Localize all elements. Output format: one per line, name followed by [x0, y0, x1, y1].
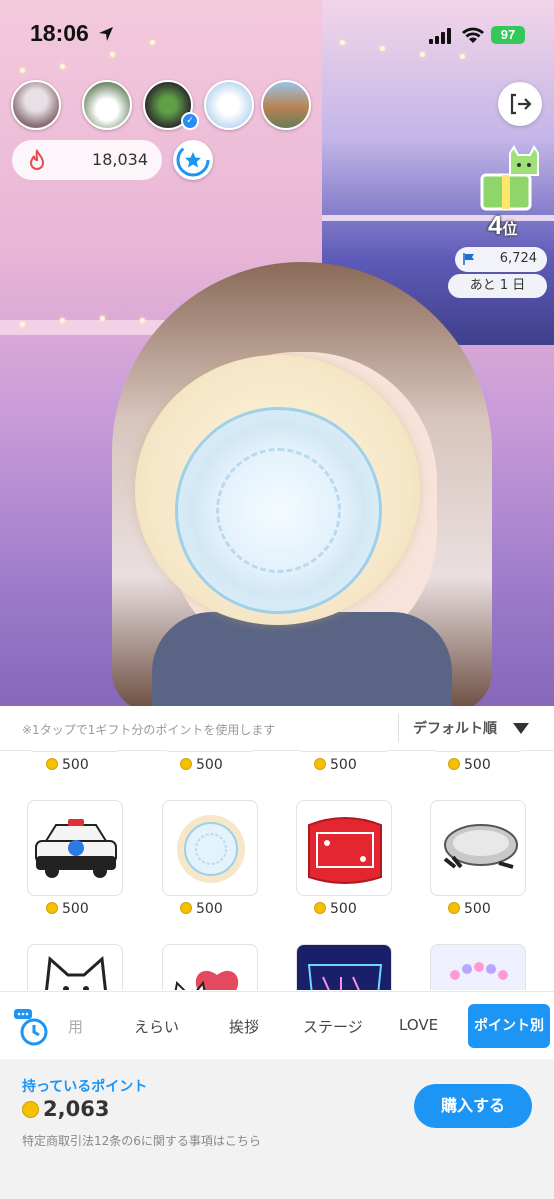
battery-indicator: 97 — [491, 26, 525, 44]
location-arrow-icon — [99, 27, 113, 41]
tab-stage[interactable]: ステージ — [303, 1016, 363, 1037]
coin-icon — [314, 902, 326, 914]
gift-info-row: ※1タップで1ギフト分のポイントを使用します デフォルト順 — [0, 706, 554, 751]
verified-check-icon: ✓ — [181, 112, 199, 130]
coin-icon — [22, 1101, 39, 1118]
stream-points-counter: 18,034 — [12, 140, 162, 180]
streak-timer-button[interactable] — [173, 140, 213, 180]
gift-cost: 500 — [314, 901, 357, 917]
viewer-avatar[interactable] — [204, 80, 254, 130]
buy-points-button[interactable]: 購入する — [414, 1084, 532, 1128]
gift-history-button[interactable] — [12, 1007, 54, 1049]
coin-icon — [314, 758, 326, 770]
silver-tray-icon — [443, 824, 518, 869]
gift-category-tabs: 用 えらい 挨拶 ステージ LOVE ポイント別 — [0, 991, 554, 1061]
tab-greeting[interactable]: 挨拶 — [229, 1016, 259, 1037]
tab-erai[interactable]: えらい — [134, 1016, 179, 1037]
gift-tile-bead-bracelet[interactable] — [430, 944, 526, 990]
gift-tile-cat-face[interactable] — [27, 944, 123, 990]
exit-icon — [510, 93, 532, 115]
star-progress-icon — [176, 143, 210, 177]
gift-tile-silver-tray[interactable] — [430, 800, 526, 896]
cellular-signal-icon — [429, 28, 451, 44]
gift-cost: 500 — [448, 757, 491, 773]
legal-notice-link[interactable]: 特定商取引法12条の6に関する事項はこちら — [22, 1132, 261, 1149]
viewer-avatar[interactable] — [11, 80, 61, 130]
gift-cost: 500 — [46, 901, 89, 917]
coin-icon — [448, 758, 460, 770]
heart-cat-icon — [174, 970, 239, 990]
gift-grid: 500 500 500 500 500 500 500 500 — [0, 750, 554, 990]
gift-tile-heart-cat[interactable] — [162, 944, 258, 990]
gift-tile-police-car[interactable] — [27, 800, 123, 896]
neon-sign-icon — [297, 945, 391, 990]
coin-icon — [46, 902, 58, 914]
cat-face-icon — [45, 955, 107, 990]
gift-tile[interactable] — [296, 750, 392, 752]
tap-info-text: ※1タップで1ギフト分のポイントを使用します — [22, 723, 276, 737]
coin-icon — [448, 902, 460, 914]
gift-cost: 500 — [448, 901, 491, 917]
wifi-icon — [462, 27, 484, 43]
points-footer: 持っているポイント 2,063 特定商取引法12条の6に関する事項はこちら 購入… — [0, 1059, 554, 1199]
owned-points-label: 持っているポイント — [22, 1079, 148, 1095]
red-sign-icon — [308, 817, 382, 884]
gift-cost: 500 — [180, 757, 223, 773]
viewer-avatar[interactable] — [82, 80, 132, 130]
clock-history-icon — [14, 1009, 48, 1046]
gift-tile[interactable] — [430, 750, 526, 752]
gift-cat-icon — [480, 145, 539, 211]
gift-tile[interactable] — [162, 750, 258, 752]
gift-cost: 500 — [46, 757, 89, 773]
days-remaining: あと 1 日 — [448, 274, 547, 298]
gift-tile[interactable] — [27, 750, 123, 752]
chevron-down-icon[interactable] — [513, 723, 529, 734]
tab-love[interactable]: LOVE — [399, 1016, 438, 1034]
gift-tile-neon-sign[interactable] — [296, 944, 392, 990]
gift-cost: 500 — [180, 901, 223, 917]
gift-tile-red-sign[interactable] — [296, 800, 392, 896]
coin-icon — [180, 758, 192, 770]
cream-pie-icon — [177, 815, 245, 883]
gift-panel: ※1タップで1ギフト分のポイントを使用します デフォルト順 500 500 50… — [0, 706, 554, 1199]
ranking-position: 4位 — [488, 210, 518, 240]
coin-icon — [180, 902, 192, 914]
pie-plate-gift-effect — [175, 407, 382, 614]
flame-icon — [29, 149, 45, 170]
gift-tile-cream-pie[interactable] — [162, 800, 258, 896]
exit-stream-button[interactable] — [498, 82, 542, 126]
status-bar: 18:06 97 — [0, 0, 554, 68]
tab-general[interactable]: 用 — [68, 1016, 83, 1037]
gift-cost: 500 — [314, 757, 357, 773]
police-car-icon — [35, 819, 117, 878]
event-score-value: 6,724 — [499, 251, 537, 266]
flag-icon — [463, 253, 474, 265]
sort-dropdown[interactable]: デフォルト順 — [413, 718, 497, 738]
owned-points-value: 2,063 — [22, 1097, 109, 1121]
bead-bracelet-icon — [431, 945, 525, 990]
coin-icon — [46, 758, 58, 770]
stream-points-value: 18,034 — [92, 150, 148, 169]
clock: 18:06 — [30, 20, 89, 46]
event-score-pill: 6,724 — [455, 247, 547, 272]
tab-by-points[interactable]: ポイント別 — [468, 1004, 550, 1048]
viewer-avatar[interactable] — [261, 80, 311, 130]
